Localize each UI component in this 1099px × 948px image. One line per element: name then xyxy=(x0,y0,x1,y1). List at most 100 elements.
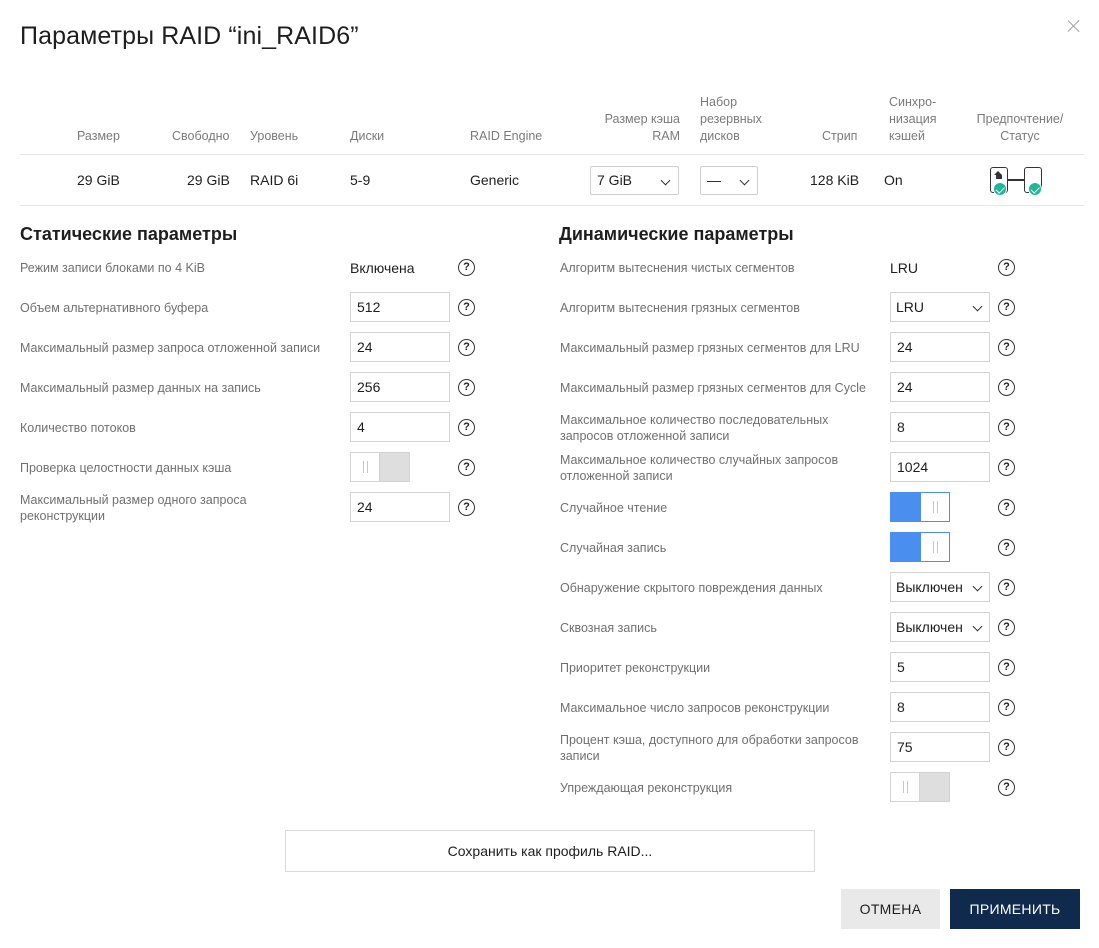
header-cache-ram: Размер кэша RAM xyxy=(604,112,680,143)
spare-set-select[interactable]: — xyxy=(700,166,758,195)
cell-strip: 128 KiB xyxy=(810,172,860,188)
question-circle-icon[interactable]: ? xyxy=(998,419,1015,436)
param-label: Алгоритм вытеснения чистых сегментов xyxy=(560,261,795,275)
header-free: Свободно xyxy=(172,129,230,143)
param-label: Случайное чтение xyxy=(560,501,668,515)
question-circle-icon[interactable]: ? xyxy=(998,699,1015,716)
question-circle-icon[interactable]: ? xyxy=(458,419,475,436)
random-write-toggle[interactable] xyxy=(890,532,950,562)
check-icon xyxy=(993,182,1007,196)
question-circle-icon[interactable]: ? xyxy=(998,339,1015,356)
question-circle-icon[interactable]: ? xyxy=(998,259,1015,276)
chevron-down-icon xyxy=(660,175,671,186)
param-label: Максимальный размер одного запроса рекон… xyxy=(20,493,247,523)
param-label: Объем альтернативного буфера xyxy=(20,301,209,315)
cell-sync: On xyxy=(884,172,903,188)
param-label: Максимальное количество случайных запрос… xyxy=(560,453,839,483)
param-label: Приоритет реконструкции xyxy=(560,661,711,675)
param-label: Режим записи блоками по 4 KiB xyxy=(20,261,205,275)
question-circle-icon[interactable]: ? xyxy=(998,619,1015,636)
cache-integrity-toggle[interactable] xyxy=(350,452,410,482)
param-label: Обнаружение скрытого повреждения данных xyxy=(560,581,823,595)
home-icon xyxy=(994,171,1003,179)
param-label: Сквозная запись xyxy=(560,621,657,635)
spare-set-value: — xyxy=(707,172,721,188)
cell-free: 29 GiB xyxy=(187,172,230,188)
question-circle-icon[interactable]: ? xyxy=(998,659,1015,676)
dynamic-section-title: Динамические параметры xyxy=(559,224,794,244)
question-circle-icon[interactable]: ? xyxy=(458,379,475,396)
apply-button[interactable]: ПРИМЕНИТЬ xyxy=(950,889,1080,929)
cell-size: 29 GiB xyxy=(77,172,120,188)
max-data-per-write-input[interactable]: 256 xyxy=(350,372,450,402)
toggle-knob xyxy=(890,772,920,802)
max-reconstruction-request-input[interactable]: 24 xyxy=(350,492,450,522)
silent-corruption-select[interactable]: Выключен xyxy=(890,572,990,602)
random-read-toggle[interactable] xyxy=(890,492,950,522)
silent-corruption-value: Выключен xyxy=(896,579,963,595)
header-spare: Набор резервных дисков xyxy=(700,95,762,143)
param-label: Максимальное число запросов реконструкци… xyxy=(560,701,830,715)
param-value: Включена xyxy=(350,260,415,276)
question-circle-icon[interactable]: ? xyxy=(998,579,1015,596)
cancel-button[interactable]: ОТМЕНА xyxy=(841,889,940,929)
cache-ram-select[interactable]: 7 GiB xyxy=(590,166,679,195)
write-through-select[interactable]: Выключен xyxy=(890,612,990,642)
header-engine: RAID Engine xyxy=(470,129,543,143)
reconstruction-priority-input[interactable]: 5 xyxy=(890,652,990,682)
question-circle-icon[interactable]: ? xyxy=(998,299,1015,316)
param-label: Упреждающая реконструкция xyxy=(560,781,733,795)
status-indicator xyxy=(990,167,1046,199)
toggle-knob xyxy=(350,452,380,482)
param-label: Максимальное количество последовательных… xyxy=(560,413,829,443)
param-label: Максимальный размер данных на запись xyxy=(20,381,261,395)
toggle-knob xyxy=(920,492,950,522)
param-label: Алгоритм вытеснения грязных сегментов xyxy=(560,301,800,315)
question-circle-icon[interactable]: ? xyxy=(998,739,1015,756)
question-circle-icon[interactable]: ? xyxy=(458,499,475,516)
table-divider xyxy=(20,154,1084,155)
table-divider xyxy=(20,205,1084,206)
toggle-knob xyxy=(920,532,950,562)
param-label: Процент кэша, доступного для обработки з… xyxy=(560,733,859,763)
save-profile-button[interactable]: Сохранить как профиль RAID... xyxy=(285,830,815,872)
header-status: Предпочтение/Статус xyxy=(976,112,1064,143)
threads-input[interactable]: 4 xyxy=(350,412,450,442)
question-circle-icon[interactable]: ? xyxy=(998,459,1015,476)
question-circle-icon[interactable]: ? xyxy=(458,259,475,276)
question-circle-icon[interactable]: ? xyxy=(458,459,475,476)
close-icon[interactable] xyxy=(1066,18,1082,34)
question-circle-icon[interactable]: ? xyxy=(458,339,475,356)
header-disks: Диски xyxy=(350,129,385,143)
dialog-title: Параметры RAID “ini_RAID6” xyxy=(20,22,359,50)
proactive-reconstruction-toggle[interactable] xyxy=(890,772,950,802)
param-value: LRU xyxy=(890,260,919,276)
cell-engine: Generic xyxy=(470,172,520,188)
question-circle-icon[interactable]: ? xyxy=(458,299,475,316)
alt-buffer-input[interactable]: 512 xyxy=(350,292,450,322)
write-through-value: Выключен xyxy=(896,619,963,635)
param-label: Максимальный размер грязных сегментов дл… xyxy=(560,381,866,395)
max-random-requests-input[interactable]: 1024 xyxy=(890,452,990,482)
question-circle-icon[interactable]: ? xyxy=(998,379,1015,396)
max-writeback-request-input[interactable]: 24 xyxy=(350,332,450,362)
dirty-eviction-select[interactable]: LRU xyxy=(890,292,990,322)
param-label: Максимальный размер грязных сегментов дл… xyxy=(560,341,860,355)
max-dirty-lru-input[interactable]: 24 xyxy=(890,332,990,362)
question-circle-icon[interactable]: ? xyxy=(998,539,1015,556)
question-circle-icon[interactable]: ? xyxy=(998,499,1015,516)
chevron-down-icon xyxy=(972,581,983,592)
param-label: Максимальный размер запроса отложенной з… xyxy=(20,341,321,355)
param-label: Проверка целостности данных кэша xyxy=(20,461,232,475)
question-circle-icon[interactable]: ? xyxy=(998,779,1015,796)
cache-ram-value: 7 GiB xyxy=(597,172,633,188)
header-strip: Стрип xyxy=(822,129,858,143)
dirty-eviction-value: LRU xyxy=(896,299,925,315)
param-label: Количество потоков xyxy=(20,421,136,435)
header-size: Размер xyxy=(77,129,120,143)
header-sync: Синхро-низация кэшей xyxy=(889,95,937,143)
cache-write-percent-input[interactable]: 75 xyxy=(890,732,990,762)
max-sequential-requests-input[interactable]: 8 xyxy=(890,412,990,442)
max-dirty-cycle-input[interactable]: 24 xyxy=(890,372,990,402)
max-reconstruction-requests-input[interactable]: 8 xyxy=(890,692,990,722)
